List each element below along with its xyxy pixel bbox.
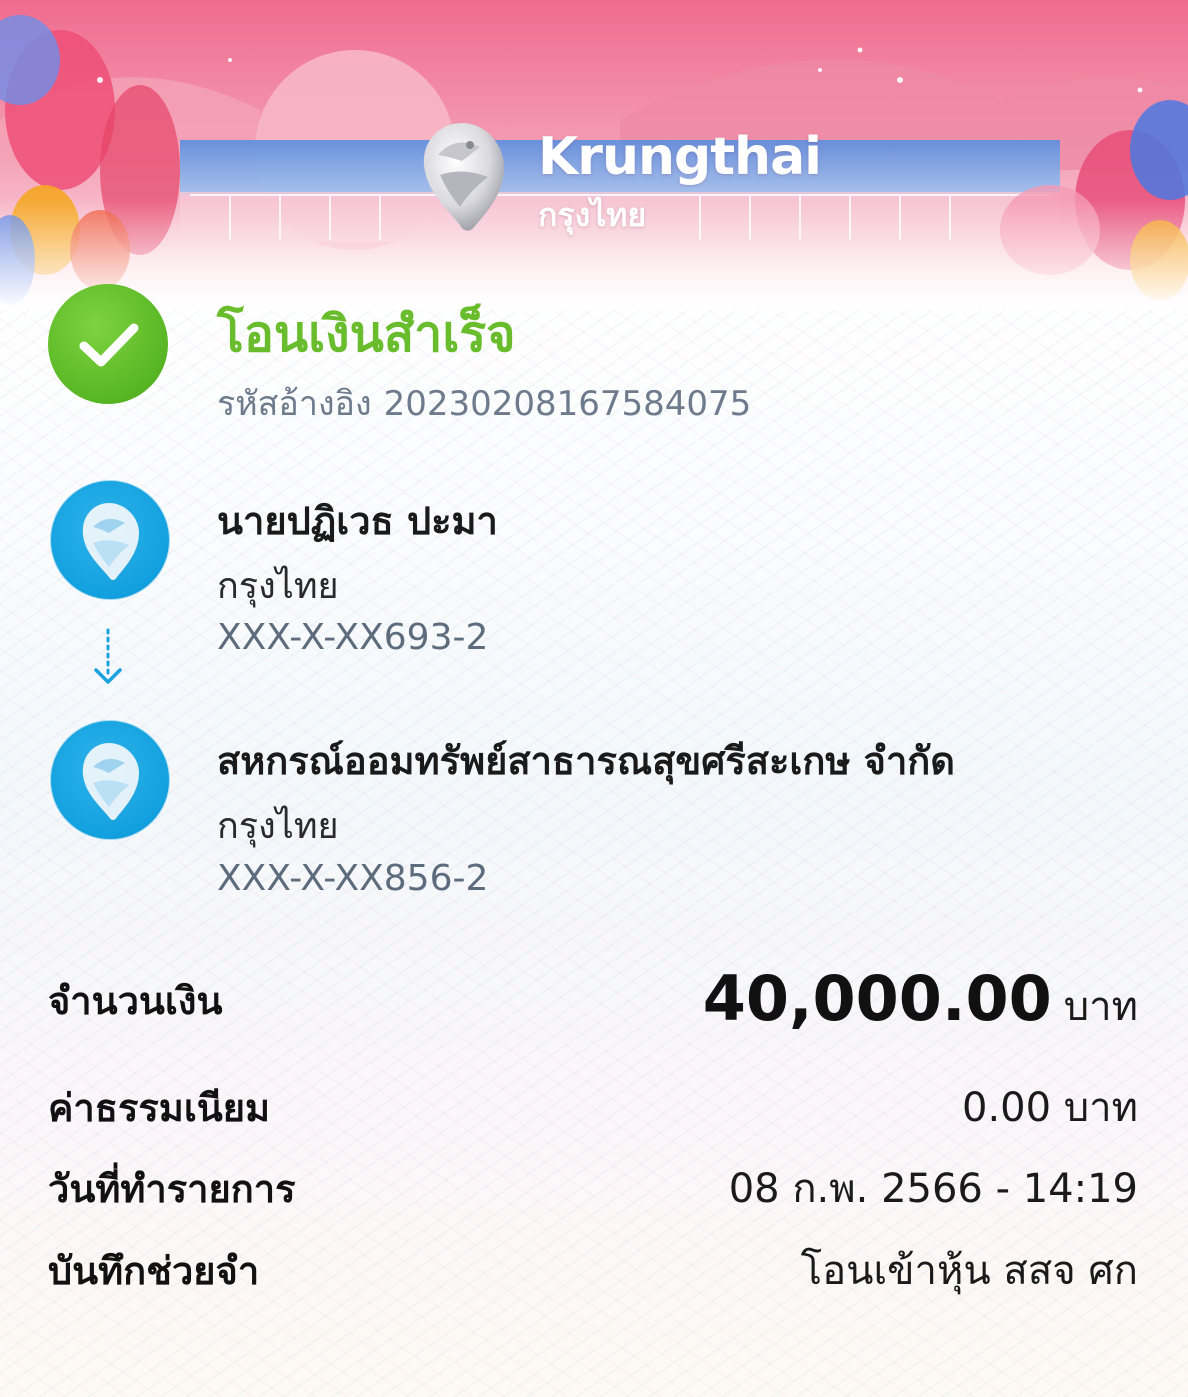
background-pattern bbox=[0, 300, 1188, 1397]
transaction-date-label: วันที่ทำรายการ bbox=[48, 1167, 296, 1211]
check-icon bbox=[79, 323, 139, 367]
receiver-name: สหกรณ์ออมทรัพย์สาธารณสุขศรีสะเกษ จำกัด bbox=[217, 739, 955, 783]
fee-label: ค่าธรรมเนียม bbox=[48, 1086, 271, 1130]
sender-bank: กรุงไทย bbox=[217, 566, 339, 607]
memo-label: บันทึกช่วยจำ bbox=[48, 1249, 260, 1293]
transaction-date-value: 08 ก.พ. 2566 - 14:19 bbox=[728, 1166, 1138, 1212]
krungthai-logo: Krungthai กรุงไทย bbox=[400, 115, 822, 240]
sender-account: XXX-X-XX693-2 bbox=[217, 617, 489, 658]
receiver-bank: กรุงไทย bbox=[217, 806, 339, 847]
brand-name-en: Krungthai bbox=[538, 127, 822, 187]
transfer-slip: Krungthai กรุงไทย โอนเงินสำเร็จ รหัสอ้าง… bbox=[0, 0, 1188, 1397]
reference-number: 20230208167584075 bbox=[383, 384, 752, 424]
amount-value: 40,000.00 bbox=[702, 962, 1052, 1035]
krungthai-bird-icon bbox=[82, 503, 139, 580]
sender-name: นายปฏิเวธ ปะมา bbox=[217, 499, 498, 543]
header-banner: Krungthai กรุงไทย bbox=[0, 0, 1188, 310]
sender-bank-logo bbox=[50, 480, 170, 600]
reference-row: รหัสอ้างอิง 20230208167584075 bbox=[217, 376, 763, 430]
brand-name-th: กรุงไทย bbox=[538, 196, 647, 234]
success-check-badge bbox=[48, 284, 168, 404]
amount-label: จำนวนเงิน bbox=[48, 979, 223, 1023]
receiver-bank-logo bbox=[50, 720, 170, 840]
transfer-status-title: โอนเงินสำเร็จ bbox=[217, 305, 516, 363]
receiver-account: XXX-X-XX856-2 bbox=[217, 858, 489, 899]
reference-label: รหัสอ้างอิง bbox=[217, 384, 372, 424]
arrow-down-icon bbox=[94, 628, 122, 684]
memo-value: โอนเข้าหุ้น สสจ ศก bbox=[800, 1248, 1138, 1294]
fee-value: 0.00 บาท bbox=[962, 1085, 1138, 1131]
krungthai-bird-icon bbox=[423, 123, 504, 231]
amount-unit: บาท bbox=[1063, 984, 1138, 1030]
krungthai-bird-icon bbox=[82, 743, 139, 820]
amount-value-row: 40,000.00 บาท bbox=[703, 962, 1138, 1038]
